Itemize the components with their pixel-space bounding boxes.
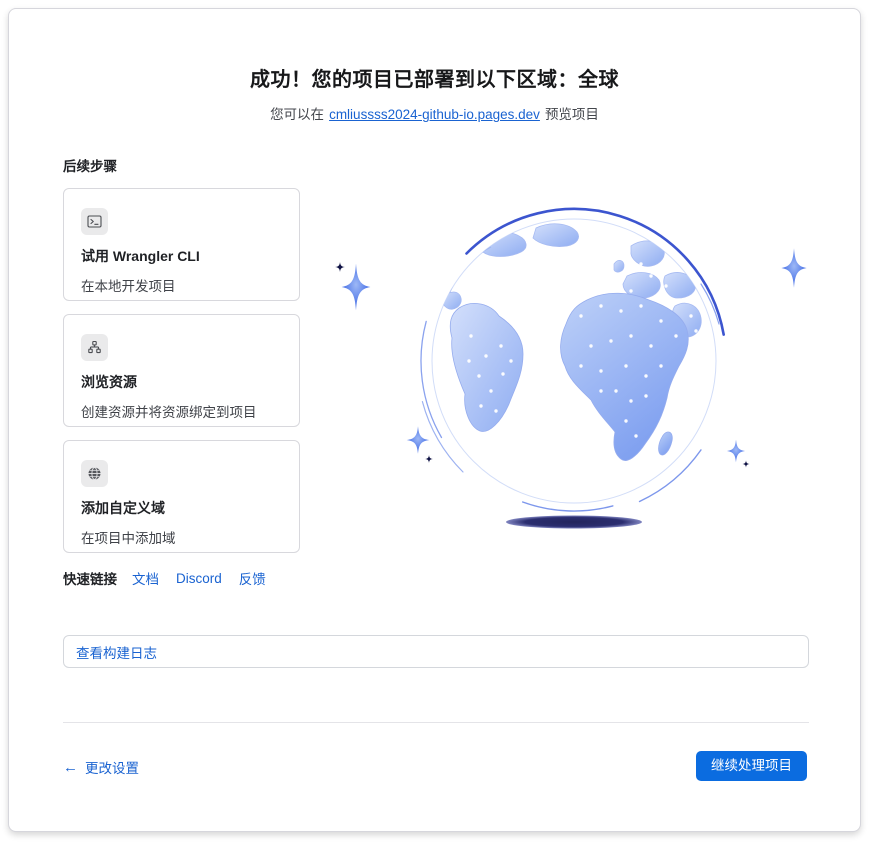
next-steps-heading: 后续步骤 — [63, 155, 300, 175]
next-steps-column: 后续步骤 试用 Wrangler CLI 在本地开发项目 — [63, 155, 300, 588]
sparkle-icon — [407, 426, 430, 454]
header: 成功！您的项目已部署到以下区域：全球 您可以在 cmliussss2024-git… — [9, 63, 860, 123]
step-description: 在项目中添加域 — [81, 527, 282, 547]
change-settings-label: 更改设置 — [85, 757, 139, 777]
sparkle-icon — [727, 440, 746, 463]
quick-links-row: 快速链接 文档 Discord 反馈 — [63, 568, 300, 588]
left-arrow-icon: ← — [63, 759, 78, 776]
quick-link-feedback[interactable]: 反馈 — [239, 568, 266, 588]
step-title: 添加自定义域 — [81, 498, 282, 518]
quick-link-discord[interactable]: Discord — [176, 571, 222, 586]
subtitle-prefix: 您可以在 — [270, 107, 324, 122]
step-title: 试用 Wrangler CLI — [81, 246, 282, 266]
step-description: 创建资源并将资源绑定到项目 — [81, 401, 282, 421]
sparkle-icon — [781, 248, 806, 288]
page-subtitle: 您可以在 cmliussss2024-github-io.pages.dev 预览项… — [9, 103, 860, 123]
page-title: 成功！您的项目已部署到以下区域：全球 — [9, 63, 860, 92]
change-settings-link[interactable]: ← 更改设置 — [63, 757, 139, 777]
sparkle-icon — [342, 264, 371, 311]
sparkle-icon — [425, 455, 433, 463]
quick-link-docs[interactable]: 文档 — [132, 568, 159, 588]
step-card-custom-domain[interactable]: 添加自定义域 在项目中添加域 — [63, 440, 300, 553]
sparkle-icon — [742, 460, 749, 467]
view-build-log-label: 查看构建日志 — [76, 642, 157, 662]
globe-icon — [87, 466, 102, 481]
deployment-success-panel: 成功！您的项目已部署到以下区域：全球 您可以在 cmliussss2024-git… — [8, 8, 861, 832]
step-card-wrangler-cli[interactable]: 试用 Wrangler CLI 在本地开发项目 — [63, 188, 300, 301]
preview-link[interactable]: cmliussss2024-github-io.pages.dev — [329, 107, 540, 122]
continue-project-button[interactable]: 继续处理项目 — [696, 751, 807, 781]
quick-links-label: 快速链接 — [63, 568, 117, 588]
terminal-icon — [87, 214, 102, 229]
step-title: 浏览资源 — [81, 372, 282, 392]
sparkle-icon — [335, 262, 345, 272]
step-card-browse-resources[interactable]: 浏览资源 创建资源并将资源绑定到项目 — [63, 314, 300, 427]
subtitle-suffix: 预览项目 — [545, 107, 599, 122]
sitemap-icon — [87, 340, 102, 355]
view-build-log-toggle[interactable]: 查看构建日志 — [63, 635, 809, 668]
step-description: 在本地开发项目 — [81, 275, 282, 295]
globe-shadow — [506, 516, 642, 529]
card-icon-box — [81, 460, 108, 487]
globe-illustration — [331, 206, 811, 536]
card-icon-box — [81, 334, 108, 361]
card-icon-box — [81, 208, 108, 235]
footer-divider — [63, 722, 809, 723]
